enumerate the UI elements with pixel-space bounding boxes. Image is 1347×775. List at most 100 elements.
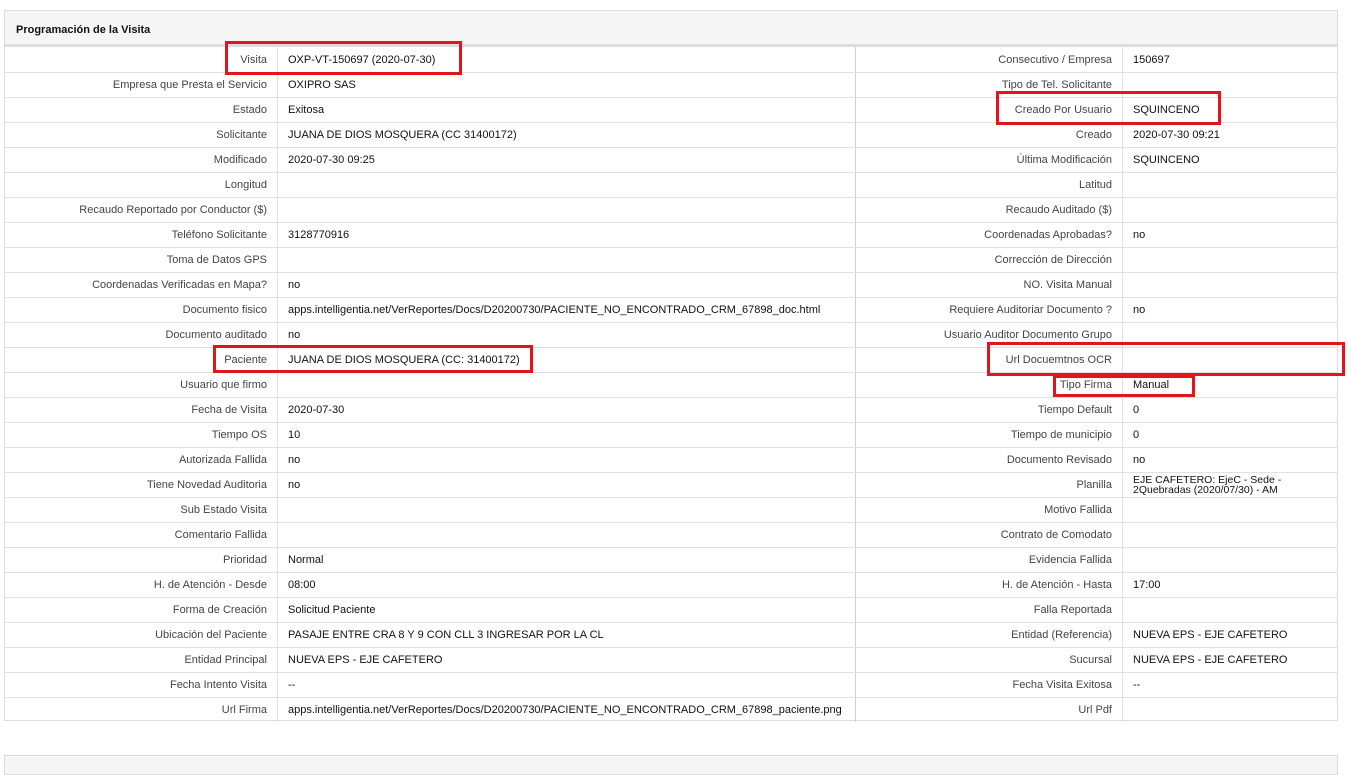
field-label: Tiempo Default [856, 398, 1123, 422]
field-value: EJE CAFETERO: EjeC - Sede - 2Quebradas (… [1133, 474, 1282, 496]
field-label: Recaudo Auditado ($) [856, 198, 1123, 222]
field-value: 3128770916 [278, 223, 856, 247]
field-label: Ubicación del Paciente [5, 623, 278, 647]
field-value [1123, 248, 1337, 272]
detail-row: Estado Exitosa Creado Por Usuario SQUINCENO [5, 97, 1337, 122]
detail-row: Fecha de Visita 2020-07-30 Tiempo Default 0 [5, 397, 1337, 422]
detail-row: Paciente JUANA DE DIOS MOSQUERA (CC: 3140… [5, 347, 1337, 372]
field-label: Consecutivo / Empresa [856, 47, 1123, 72]
field-label: Solicitante [5, 123, 278, 147]
detail-row: Recaudo Reportado por Conductor ($) Recau… [5, 197, 1337, 222]
field-label: Contrato de Comodato [856, 523, 1123, 547]
detail-row: Modificado 2020-07-30 09:25 Última Modific… [5, 147, 1337, 172]
field-value: no [1133, 304, 1146, 316]
field-label: NO. Visita Manual [856, 273, 1123, 297]
detail-row: Coordenadas Verificadas en Mapa? no NO. Vi… [5, 272, 1337, 297]
field-label: Documento auditado [5, 323, 278, 347]
field-value: no [1133, 454, 1146, 466]
field-label: Requiere Auditoriar Documento ? [856, 298, 1123, 322]
field-label: Evidencia Fallida [856, 548, 1123, 572]
field-label: Empresa que Presta el Servicio [5, 73, 278, 97]
detail-row: Entidad Principal NUEVA EPS - EJE CAFETER… [5, 647, 1337, 672]
field-value: 08:00 [278, 573, 856, 597]
field-value [278, 498, 856, 522]
field-label: Creado [856, 123, 1123, 147]
field-label: Corrección de Dirección [856, 248, 1123, 272]
field-label: Modificado [5, 148, 278, 172]
field-value: -- [1133, 679, 1141, 691]
field-label: Fecha Intento Visita [5, 673, 278, 697]
field-label: Latitud [856, 173, 1123, 197]
field-value [278, 173, 856, 197]
field-value: -- [278, 673, 856, 697]
field-value: 150697 [1133, 53, 1170, 66]
field-value: NUEVA EPS - EJE CAFETERO [1133, 629, 1288, 641]
field-value: 2020-07-30 09:25 [278, 148, 856, 172]
detail-row: Longitud Latitud [5, 172, 1337, 197]
field-label: Falla Reportada [856, 598, 1123, 622]
field-label: Url Pdf [856, 698, 1123, 722]
field-label: Comentario Fallida [5, 523, 278, 547]
detail-row: Usuario que firmo Tipo Firma Manual [5, 372, 1337, 397]
field-label: Prioridad [5, 548, 278, 572]
field-label: Tipo Firma [856, 373, 1123, 397]
field-label: Motivo Fallida [856, 498, 1123, 522]
field-label: Entidad Principal [5, 648, 278, 672]
field-label: Longitud [5, 173, 278, 197]
field-label: Entidad (Referencia) [856, 623, 1123, 647]
field-label: Documento Revisado [856, 448, 1123, 472]
field-label: Sucursal [856, 648, 1123, 672]
field-value: SQUINCENO [1133, 154, 1200, 166]
field-label: Estado [5, 98, 278, 122]
detail-row: Ubicación del Paciente PASAJE ENTRE CRA 8… [5, 622, 1337, 647]
field-label: Sub Estado Visita [5, 498, 278, 522]
field-label: Coordenadas Aprobadas? [856, 223, 1123, 247]
detail-row: Forma de Creación Solicitud Paciente Falla… [5, 597, 1337, 622]
field-label: Coordenadas Verificadas en Mapa? [5, 273, 278, 297]
field-value: Manual [1133, 379, 1170, 391]
detail-row: Fecha Intento Visita -- Fecha Visita Exito… [5, 672, 1337, 697]
field-value [1123, 348, 1337, 372]
field-label: Url Docuemtnos OCR [856, 348, 1123, 372]
field-value [278, 198, 856, 222]
panel-header: Programación de la Visita [5, 11, 1337, 47]
field-value: no [1133, 229, 1146, 241]
field-label: Tipo de Tel. Solicitante [856, 73, 1123, 97]
field-value [1123, 548, 1337, 572]
field-value: JUANA DE DIOS MOSQUERA (CC: 31400172) [278, 348, 856, 372]
field-label: Fecha Visita Exitosa [856, 673, 1123, 697]
field-value: 17:00 [1133, 579, 1161, 591]
detail-row: Tiene Novedad Auditoria no Planilla EJE CAF… [5, 472, 1337, 497]
detail-row: Url Firma apps.intelligentia.net/VerRepor… [5, 697, 1337, 722]
next-panel-header [4, 755, 1338, 775]
detail-row: Autorizada Fallida no Documento Revisado no [5, 447, 1337, 472]
field-label: Teléfono Solicitante [5, 223, 278, 247]
field-value: 0 [1133, 404, 1140, 416]
detail-row: Empresa que Presta el Servicio OXIPRO SAS… [5, 72, 1337, 97]
detail-row: Sub Estado Visita Motivo Fallida [5, 497, 1337, 522]
field-label: Recaudo Reportado por Conductor ($) [5, 198, 278, 222]
field-label: Planilla [856, 473, 1123, 497]
field-value: 0 [1133, 429, 1140, 441]
field-value [1123, 323, 1337, 347]
field-label: Tiempo OS [5, 423, 278, 447]
field-value: 2020-07-30 09:21 [1133, 129, 1220, 141]
field-value: NUEVA EPS - EJE CAFETERO [1133, 654, 1288, 666]
panel-title: Programación de la Visita [16, 24, 151, 36]
detail-row: Documento auditado no Usuario Auditor Docu… [5, 322, 1337, 347]
field-label: Paciente [5, 348, 278, 372]
field-value: OXIPRO SAS [278, 73, 856, 97]
field-value: 10 [278, 423, 856, 447]
field-value [278, 373, 856, 397]
field-value: PASAJE ENTRE CRA 8 Y 9 CON CLL 3 INGRESA… [278, 623, 856, 647]
field-label: Última Modificación [856, 148, 1123, 172]
detail-row: Tiempo OS 10 Tiempo de municipio 0 [5, 422, 1337, 447]
field-value [1123, 273, 1337, 297]
field-label: Tiene Novedad Auditoria [5, 473, 278, 497]
field-value: OXP-VT-150697 (2020-07-30) [278, 47, 856, 72]
field-label: Url Firma [5, 698, 278, 722]
field-value [278, 523, 856, 547]
field-value [1123, 498, 1337, 522]
field-label: H. de Atención - Desde [5, 573, 278, 597]
field-value: no [278, 323, 856, 347]
